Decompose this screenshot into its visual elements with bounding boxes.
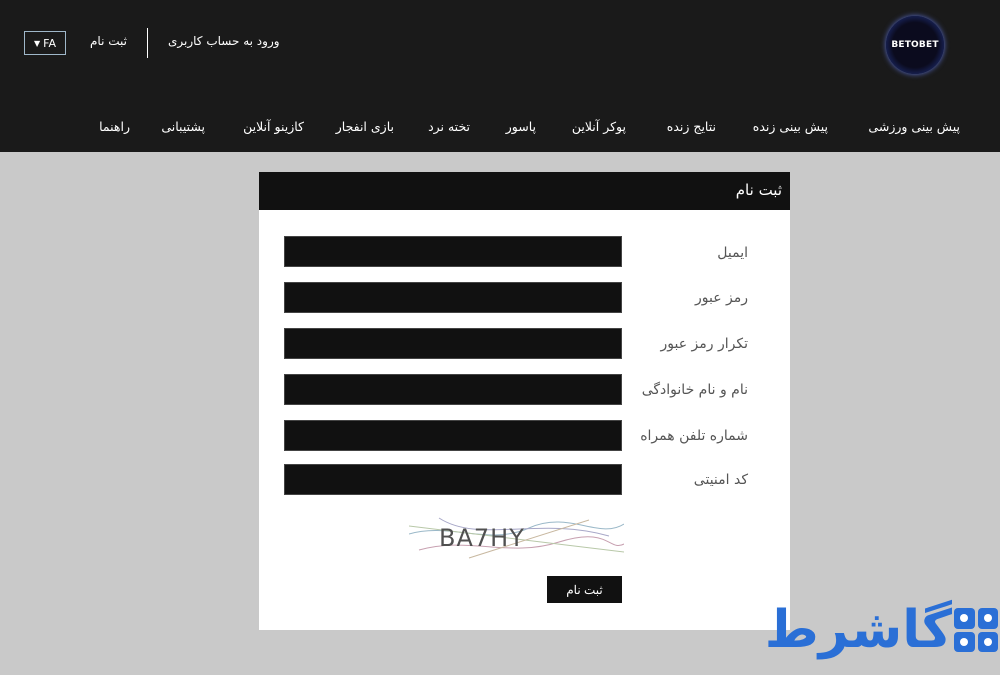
captcha-image: BA7HY <box>409 514 624 562</box>
nav-item-sports-betting[interactable]: پیش بینی ورزشی <box>868 119 960 134</box>
logo-text: BETOBET <box>891 40 939 50</box>
login-link[interactable]: ورود به حساب کاربری <box>168 34 280 48</box>
nav-item-guide[interactable]: راهنما <box>99 119 130 134</box>
full-name-field[interactable] <box>284 374 622 405</box>
captcha-text: BA7HY <box>439 524 525 552</box>
watermark-text: گاشرط <box>764 600 952 660</box>
site-logo[interactable]: BETOBET <box>886 16 944 74</box>
email-field[interactable] <box>284 236 622 267</box>
full-name-label: نام و نام خانوادگی <box>641 382 748 398</box>
nav-item-support[interactable]: پشتیبانی <box>161 119 205 134</box>
mobile-field[interactable] <box>284 420 622 451</box>
mobile-label: شماره تلفن همراه <box>640 428 748 444</box>
register-card: ثبت نام ایمیل رمز عبور تکرار رمز عبور نا… <box>259 172 790 630</box>
nav-item-online-casino[interactable]: کازینو آنلاین <box>243 119 304 134</box>
password-label: رمز عبور <box>694 290 748 306</box>
register-card-header: ثبت نام <box>259 172 790 210</box>
register-title: ثبت نام <box>735 181 782 199</box>
caret-down-icon: ▼ <box>34 38 41 48</box>
header-divider <box>147 28 148 58</box>
register-submit-button[interactable]: ثبت نام <box>547 576 622 603</box>
nav-item-pasur[interactable]: پاسور <box>506 119 536 134</box>
confirm-password-field[interactable] <box>284 328 622 359</box>
site-header: ▼ FA ثبت نام ورود به حساب کاربری BETOBET… <box>0 0 1000 152</box>
nav-item-backgammon[interactable]: تخته نرد <box>428 119 470 134</box>
nav-item-online-poker[interactable]: پوکر آنلاین <box>572 119 626 134</box>
nav-item-crash-game[interactable]: بازی انفجار <box>336 119 394 134</box>
watermark: گاشرط <box>710 598 1000 666</box>
watermark-logo-icon <box>954 608 998 652</box>
email-label: ایمیل <box>717 245 748 261</box>
password-field[interactable] <box>284 282 622 313</box>
language-label: FA <box>43 36 56 50</box>
language-selector[interactable]: ▼ FA <box>24 31 66 55</box>
nav-item-live-results[interactable]: نتایج زنده <box>667 119 716 134</box>
main-nav: پیش بینی ورزشی پیش بینی زنده نتایج زنده … <box>0 119 1000 139</box>
security-code-label: کد امنیتی <box>693 472 748 488</box>
confirm-password-label: تکرار رمز عبور <box>660 336 748 352</box>
register-link[interactable]: ثبت نام <box>90 34 127 48</box>
nav-item-live-betting[interactable]: پیش بینی زنده <box>753 119 828 134</box>
security-code-field[interactable] <box>284 464 622 495</box>
